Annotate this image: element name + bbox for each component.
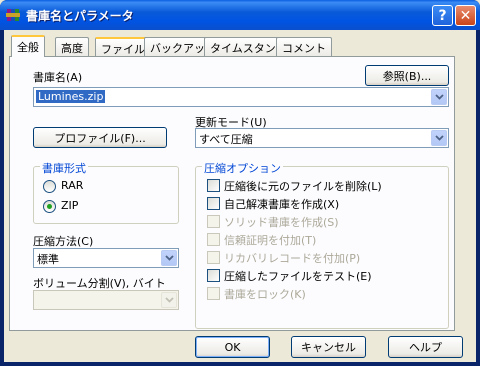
title-bar[interactable]: 書庫名とパラメータ ? ✕ — [0, 0, 480, 30]
update-mode-select[interactable]: すべて圧縮 — [195, 128, 449, 148]
authenticity-checkbox — [207, 233, 220, 246]
solid-checkbox — [207, 215, 220, 228]
tab-files[interactable]: ファイル — [95, 37, 151, 56]
solid-label: ソリッド書庫を作成(S) — [224, 216, 339, 229]
tab-label: タイムスタンプ — [210, 42, 287, 55]
rar-radio[interactable] — [43, 180, 56, 193]
compression-method-label: 圧縮方法(C) — [33, 235, 94, 248]
archive-name-combo[interactable]: Lumines.zip — [33, 87, 449, 107]
general-panel: 書庫名(A) 参照(B)... Lumines.zip プロファイル(F)...… — [9, 56, 455, 331]
profile-button-label: プロファイル(F)... — [54, 131, 146, 145]
archive-name-value[interactable]: Lumines.zip — [36, 90, 106, 103]
dialog-client: 全般 高度 ファイル バックアップ タイムスタンプ コメント 書庫名(A) 参照… — [4, 30, 476, 362]
rar-label[interactable]: RAR — [61, 179, 83, 192]
tab-label: 高度 — [61, 42, 83, 55]
delete-after-checkbox[interactable] — [207, 179, 220, 192]
volume-split-select — [33, 290, 179, 310]
zip-label[interactable]: ZIP — [61, 199, 78, 212]
tab-label: ファイル — [101, 43, 145, 56]
dialog-window: 書庫名とパラメータ ? ✕ 全般 高度 ファイル バックアップ タイムスタンプ … — [0, 0, 480, 366]
lock-archive-checkbox — [207, 287, 220, 300]
recovery-record-checkbox — [207, 251, 220, 264]
question-icon: ? — [438, 7, 447, 24]
sfx-checkbox[interactable] — [207, 197, 220, 210]
help-button-label: ヘルプ — [409, 341, 442, 354]
radio-dot — [47, 204, 52, 209]
archive-format-title: 書庫形式 — [40, 160, 88, 176]
browse-button-label: 参照(B)... — [382, 69, 432, 83]
tab-label: コメント — [282, 42, 326, 55]
recovery-record-label: リカバリレコードを付加(P) — [224, 252, 361, 265]
chevron-down-icon[interactable] — [431, 130, 447, 146]
test-files-checkbox[interactable] — [207, 269, 220, 282]
tab-general[interactable]: 全般 — [11, 35, 45, 57]
tab-advanced[interactable]: 高度 — [55, 37, 89, 56]
help-button[interactable]: ヘルプ — [388, 336, 463, 358]
browse-button[interactable]: 参照(B)... — [365, 65, 449, 86]
ok-button-label: OK — [224, 340, 241, 354]
archive-name-label: 書庫名(A) — [33, 71, 83, 84]
delete-after-label[interactable]: 圧縮後に元のファイルを削除(L) — [224, 178, 382, 194]
compression-method-select[interactable]: 標準 — [33, 248, 179, 268]
tab-comment[interactable]: コメント — [276, 37, 332, 56]
close-icon: ✕ — [459, 7, 472, 24]
zip-radio[interactable] — [43, 200, 56, 213]
compression-method-value: 標準 — [37, 253, 59, 266]
volume-split-label: ボリューム分割(V), バイト — [33, 277, 166, 290]
help-title-button[interactable]: ? — [432, 5, 453, 26]
chevron-down-icon[interactable] — [161, 250, 177, 266]
tab-label: 全般 — [17, 41, 39, 54]
lock-archive-label: 書庫をロック(K) — [224, 288, 306, 301]
window-title: 書庫名とパラメータ — [26, 9, 134, 23]
close-button[interactable]: ✕ — [455, 5, 476, 26]
update-mode-value: すべて圧縮 — [199, 133, 253, 146]
test-files-label[interactable]: 圧縮したファイルをテスト(E) — [224, 268, 372, 284]
cancel-button-label: キャンセル — [301, 341, 356, 354]
cancel-button[interactable]: キャンセル — [291, 336, 366, 358]
ok-button[interactable]: OK — [195, 336, 270, 358]
authenticity-label: 信頼証明を付加(T) — [224, 234, 317, 247]
sfx-label[interactable]: 自己解凍書庫を作成(X) — [224, 196, 339, 212]
chevron-down-icon[interactable] — [431, 89, 447, 105]
winrar-books-icon — [6, 7, 22, 23]
compression-options-title: 圧縮オプション — [202, 160, 283, 176]
profile-button[interactable]: プロファイル(F)... — [33, 127, 167, 148]
chevron-down-icon — [161, 292, 177, 308]
